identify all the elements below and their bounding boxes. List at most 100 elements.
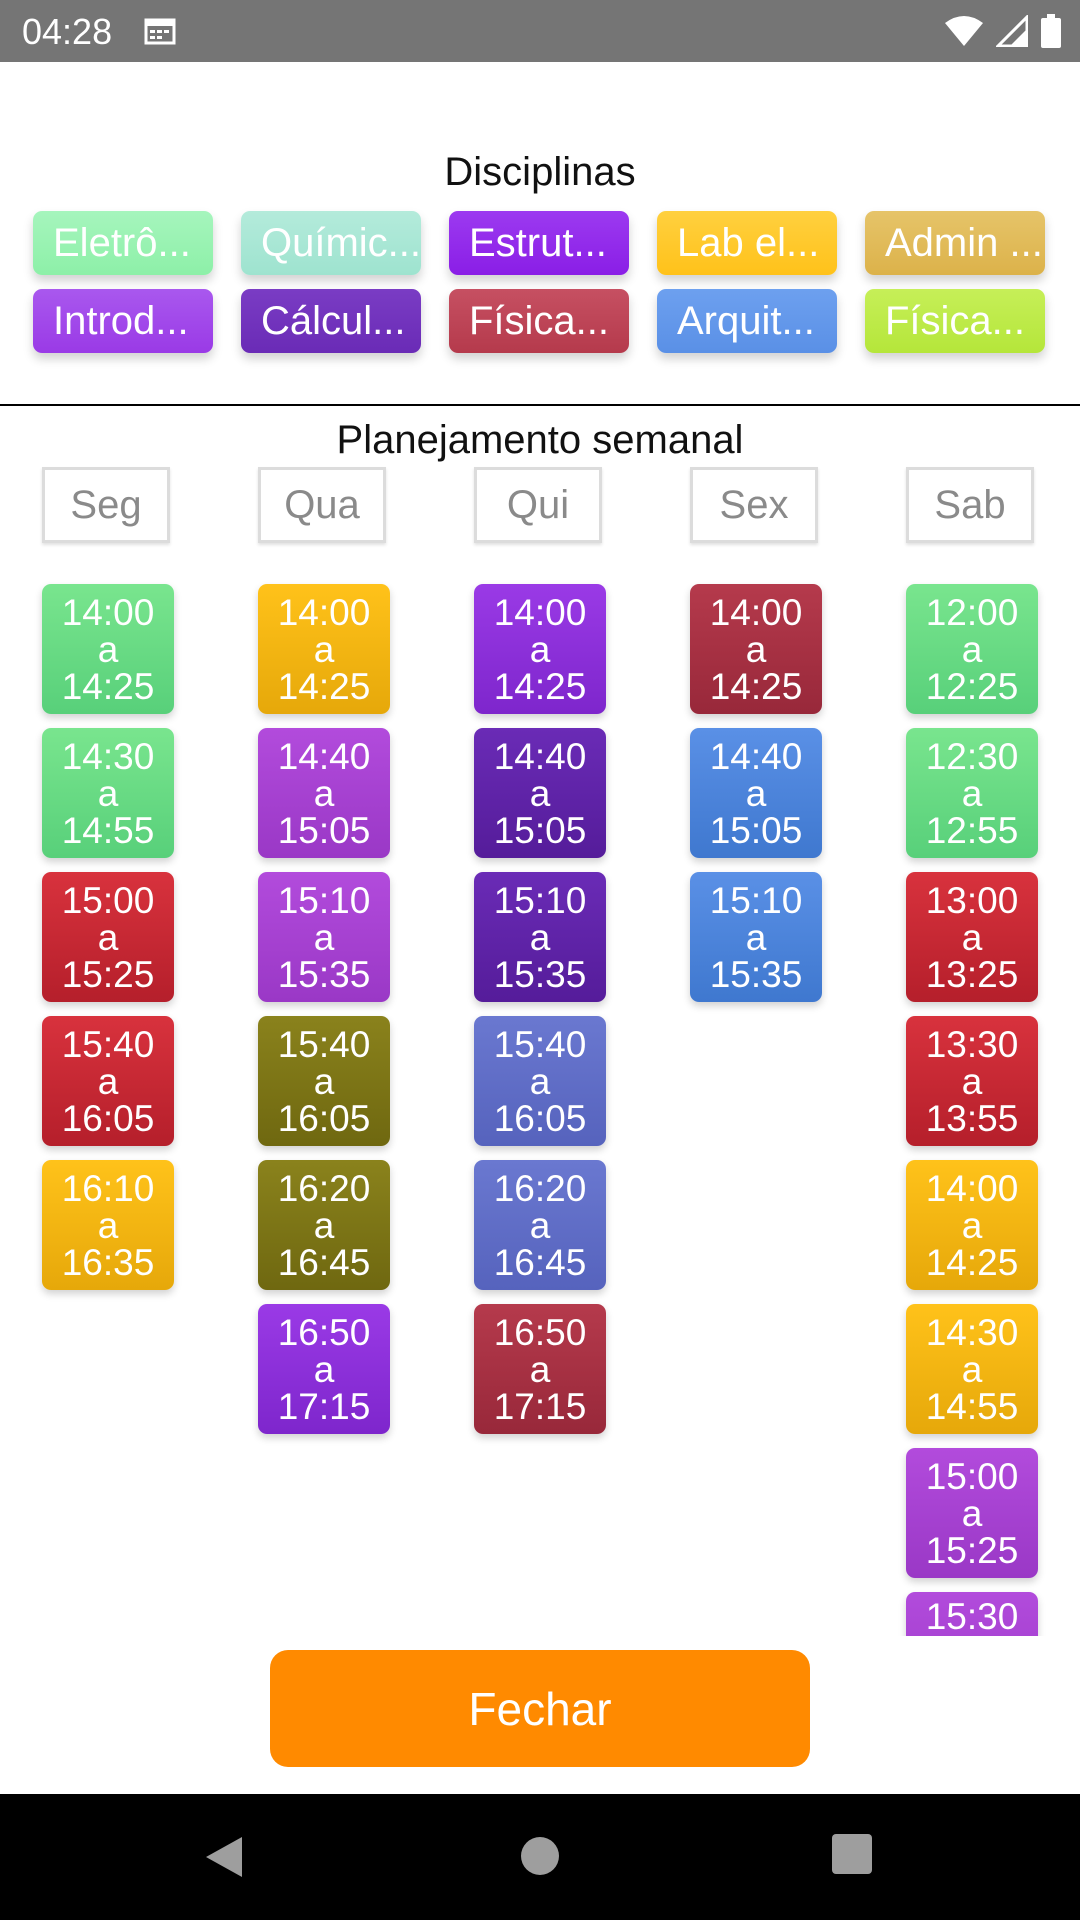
slot-sep: a (97, 628, 119, 670)
slot-end: 13:55 (925, 1097, 1019, 1139)
schedule-slot[interactable]: 12:00 a 12:25 (906, 584, 1038, 714)
schedule-slot[interactable]: 15:00 a 15:25 (906, 1448, 1038, 1578)
slot-sep: a (313, 628, 335, 670)
schedule-slot[interactable]: 15:10 a 15:35 (690, 872, 822, 1002)
schedule-slot[interactable]: 12:30 a 12:55 (906, 728, 1038, 858)
schedule-slot[interactable]: 15:10 a 15:35 (258, 872, 390, 1002)
calendar-icon (144, 18, 176, 45)
recents-icon[interactable] (832, 1834, 872, 1874)
slot-sep: a (745, 628, 767, 670)
slot-start: 15:40 (61, 1023, 155, 1065)
discipline-chip[interactable]: Física... (449, 289, 629, 353)
schedule-column-sex: 14:00 a 14:25 14:40 a 15:05 15:10 a 15:35 (690, 584, 822, 1016)
divider (0, 404, 1080, 406)
day-qua[interactable]: Qua (258, 467, 386, 543)
slot-sep: a (961, 772, 983, 814)
schedule-slot[interactable]: 14:00 a 14:25 (474, 584, 606, 714)
slot-sep: a (961, 1348, 983, 1390)
slot-end: 15:25 (925, 1529, 1019, 1571)
slot-start: 12:00 (925, 591, 1019, 633)
slot-start: 14:00 (277, 591, 371, 633)
schedule-slot[interactable]: 15:10 a 15:35 (474, 872, 606, 1002)
slot-sep: a (529, 772, 551, 814)
slot-start: 14:00 (61, 591, 155, 633)
slot-end: 15:25 (61, 953, 155, 995)
slot-start: 15:10 (709, 879, 803, 921)
day-sab[interactable]: Sab (906, 467, 1034, 543)
discipline-chip[interactable]: Introd... (33, 289, 213, 353)
schedule-slot[interactable]: 15:00 a 15:25 (42, 872, 174, 1002)
schedule-slot[interactable]: 15:40 a 16:05 (474, 1016, 606, 1146)
back-icon[interactable] (204, 1835, 244, 1879)
slot-sep: a (529, 628, 551, 670)
wifi-icon (945, 16, 983, 46)
slot-start: 14:00 (493, 591, 587, 633)
day-sex[interactable]: Sex (690, 467, 818, 543)
schedule-slot[interactable]: 15:40 a 16:05 (42, 1016, 174, 1146)
discipline-chip[interactable]: Arquit... (657, 289, 837, 353)
schedule-slot[interactable]: 16:20 a 16:45 (258, 1160, 390, 1290)
slot-start: 15:00 (61, 879, 155, 921)
slot-sep: a (97, 1060, 119, 1102)
slot-end: 16:05 (277, 1097, 371, 1139)
slot-end: 12:55 (925, 809, 1019, 851)
fechar-button[interactable]: Fechar (270, 1650, 810, 1767)
slot-sep: a (961, 1492, 983, 1534)
slot-sep: a (313, 1348, 335, 1390)
slot-end: 12:25 (925, 665, 1019, 707)
discipline-chip[interactable]: Estrut... (449, 211, 629, 275)
slot-start: 15:10 (277, 879, 371, 921)
slot-end: 14:25 (925, 1241, 1019, 1283)
schedule-slot[interactable]: 14:40 a 15:05 (258, 728, 390, 858)
schedule-column-qui: 14:00 a 14:25 14:40 a 15:05 15:10 a 15:35 15:40 a 1… (474, 584, 606, 1448)
schedule-slot[interactable]: 14:00 a 14:25 (42, 584, 174, 714)
disciplinas-title: Disciplinas (444, 150, 636, 194)
slot-sep: a (745, 916, 767, 958)
slot-end: 14:25 (61, 665, 155, 707)
slot-sep: a (961, 628, 983, 670)
slot-start: 12:30 (925, 735, 1019, 777)
slot-sep: a (313, 1204, 335, 1246)
schedule-slot[interactable]: 13:00 a 13:25 (906, 872, 1038, 1002)
slot-end: 15:05 (709, 809, 803, 851)
slot-start: 13:00 (925, 879, 1019, 921)
schedule-slot[interactable]: 15:40 a 16:05 (258, 1016, 390, 1146)
slot-end: 14:25 (277, 665, 371, 707)
day-qui[interactable]: Qui (474, 467, 602, 543)
schedule-slot[interactable]: 14:00 a 14:25 (258, 584, 390, 714)
discipline-chip[interactable]: Químic... (241, 211, 421, 275)
discipline-chip[interactable]: Eletrô... (33, 211, 213, 275)
slot-sep: a (529, 1060, 551, 1102)
slot-start: 16:20 (493, 1167, 587, 1209)
discipline-chip[interactable]: Cálcul... (241, 289, 421, 353)
slot-start: 14:40 (493, 735, 587, 777)
slot-start: 13:30 (925, 1023, 1019, 1065)
schedule-slot[interactable]: 15:30 (906, 1592, 1038, 1636)
slot-end: 16:45 (493, 1241, 587, 1283)
schedule-slot[interactable]: 14:30 a 14:55 (42, 728, 174, 858)
schedule-slot[interactable]: 16:50 a 17:15 (474, 1304, 606, 1434)
schedule-slot[interactable]: 14:40 a 15:05 (690, 728, 822, 858)
discipline-chip[interactable]: Física... (865, 289, 1045, 353)
slot-start: 15:10 (493, 879, 587, 921)
slot-start: 15:40 (277, 1023, 371, 1065)
slot-sep: a (313, 1060, 335, 1102)
discipline-chip[interactable]: Lab el... (657, 211, 837, 275)
schedule-slot[interactable]: 13:30 a 13:55 (906, 1016, 1038, 1146)
schedule-slot[interactable]: 16:10 a 16:35 (42, 1160, 174, 1290)
discipline-chip[interactable]: Admin ... (865, 211, 1045, 275)
slot-start: 16:50 (493, 1311, 587, 1353)
schedule-area[interactable]: 14:00 a 14:25 14:30 a 14:55 15:00 a 15:25 15:40 a 1… (0, 560, 1080, 1636)
home-icon[interactable] (520, 1836, 560, 1876)
slot-sep: a (529, 1204, 551, 1246)
slot-end: 17:15 (493, 1385, 587, 1427)
day-seg[interactable]: Seg (42, 467, 170, 543)
schedule-slot[interactable]: 14:40 a 15:05 (474, 728, 606, 858)
schedule-slot[interactable]: 14:30 a 14:55 (906, 1304, 1038, 1434)
schedule-slot[interactable]: 16:50 a 17:15 (258, 1304, 390, 1434)
slot-end: 16:05 (61, 1097, 155, 1139)
schedule-slot[interactable]: 14:00 a 14:25 (690, 584, 822, 714)
slot-start: 14:30 (61, 735, 155, 777)
schedule-slot[interactable]: 16:20 a 16:45 (474, 1160, 606, 1290)
schedule-slot[interactable]: 14:00 a 14:25 (906, 1160, 1038, 1290)
